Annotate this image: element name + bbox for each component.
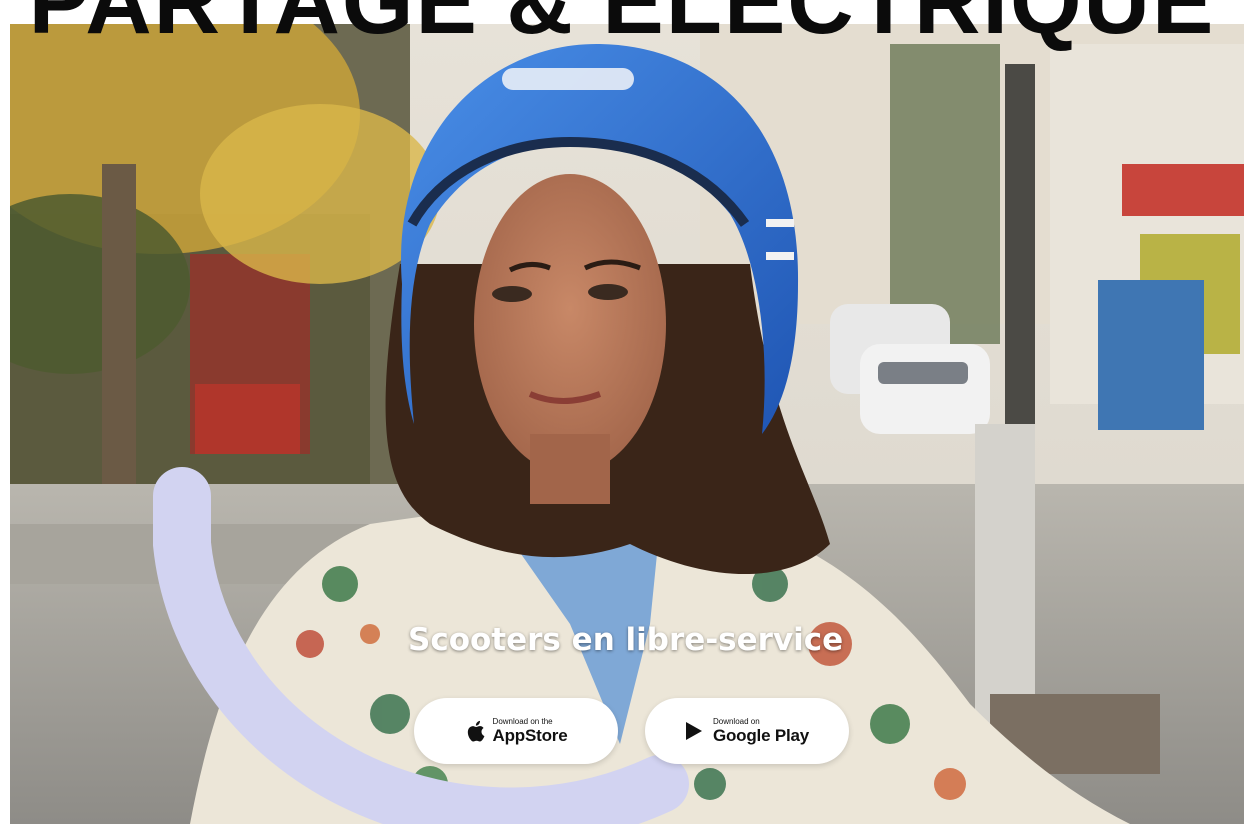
hero-photo xyxy=(10,24,1244,824)
appstore-download-button[interactable]: Download on the AppStore xyxy=(414,698,618,764)
hero-tagline: Scooters en libre-service xyxy=(408,622,844,658)
scooter-rider-illustration xyxy=(10,24,1244,824)
appstore-big-label: AppStore xyxy=(492,726,568,745)
googleplay-big-label: Google Play xyxy=(712,726,810,745)
hero-banner: PARTAGE & ÉLECTRIQUE Scooters en libre-s… xyxy=(0,0,1244,824)
googleplay-small-label: Download on xyxy=(712,717,760,726)
googleplay-download-button[interactable]: Download on Google Play xyxy=(645,698,849,764)
page-headline: PARTAGE & ÉLECTRIQUE xyxy=(28,0,1216,53)
appstore-small-label: Download on the xyxy=(492,717,553,726)
play-triangle-icon xyxy=(685,719,707,743)
apple-icon xyxy=(465,719,487,743)
